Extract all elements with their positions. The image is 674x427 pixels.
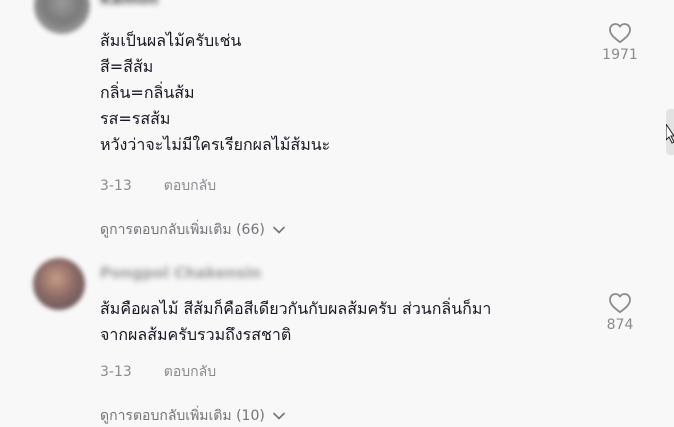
chevron-down-icon xyxy=(273,222,285,238)
comment-date: 3-13 xyxy=(100,178,132,194)
like-count: 1971 xyxy=(602,47,638,63)
comment-meta: 3-13 ตอบกลับ xyxy=(100,175,216,197)
reply-button[interactable]: ตอบกลับ xyxy=(164,364,216,380)
avatar[interactable] xyxy=(34,0,90,34)
mouse-cursor-icon xyxy=(665,122,674,148)
comment-date: 3-13 xyxy=(100,364,132,380)
like-count: 874 xyxy=(606,317,634,333)
view-more-replies-button[interactable]: ดูการตอบกลับเพิ่มเติม (66) xyxy=(100,219,285,241)
comment-text: ส้มคือผลไม้ สีส้มก็คือสีเดียวกันกับผลส้ม… xyxy=(100,299,492,344)
chevron-down-icon xyxy=(273,408,285,424)
comment-username[interactable]: Pongpol Chakensin xyxy=(100,264,261,282)
view-replies-label: ดูการตอบกลับเพิ่มเติม (66) xyxy=(100,222,265,238)
view-more-replies-button[interactable]: ดูการตอบกลับเพิ่มเติม (10) xyxy=(100,405,285,427)
reply-button[interactable]: ตอบกลับ xyxy=(164,178,216,194)
comment-meta: 3-13 ตอบกลับ xyxy=(100,361,216,383)
comment-text: ส้มเป็นผลไม้ครับเช่น สี=สีส้ม กลิ่น=กลิ่… xyxy=(100,31,331,154)
like-button[interactable]: 874 xyxy=(598,292,642,333)
heart-outline-icon xyxy=(598,22,642,44)
comment-username[interactable]: Kamon xyxy=(100,0,158,8)
avatar[interactable] xyxy=(33,258,85,310)
heart-outline-icon xyxy=(598,292,642,314)
like-button[interactable]: 1971 xyxy=(598,22,642,63)
view-replies-label: ดูการตอบกลับเพิ่มเติม (10) xyxy=(100,408,265,424)
